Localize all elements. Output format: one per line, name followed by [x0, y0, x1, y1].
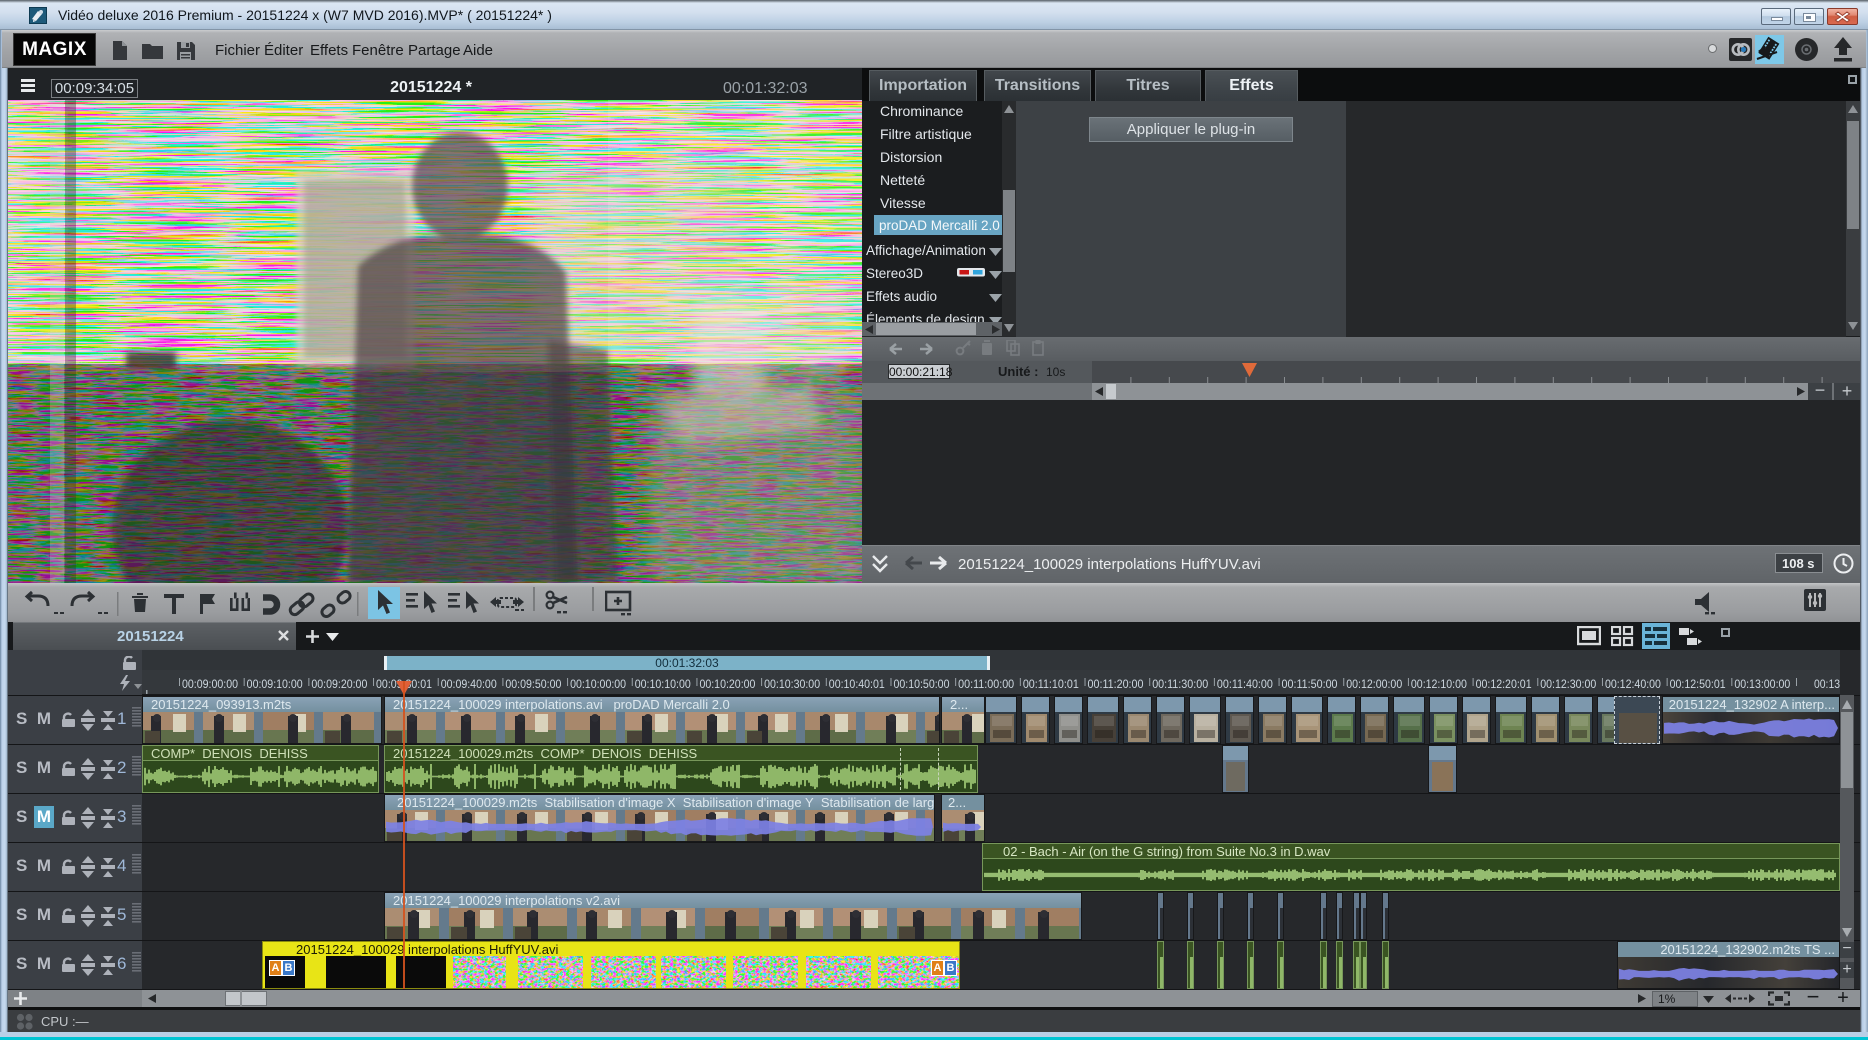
svg-text:00:12:50:01: 00:12:50:01 — [1670, 677, 1726, 691]
svg-text:00:11:40:00: 00:11:40:00 — [1217, 677, 1273, 691]
svg-text:00:13:00:00: 00:13:00:00 — [1734, 677, 1790, 691]
svg-text:00:09:50:00: 00:09:50:00 — [505, 677, 561, 691]
svg-text:00:11:10:01: 00:11:10:01 — [1023, 677, 1079, 691]
svg-text:00:11:30:00: 00:11:30:00 — [1152, 677, 1208, 691]
svg-text:00:10:50:00: 00:10:50:00 — [893, 677, 949, 691]
svg-text:00:12:00:00: 00:12:00:00 — [1346, 677, 1402, 691]
svg-text:00:11:50:00: 00:11:50:00 — [1282, 677, 1338, 691]
svg-text:00:12:10:00: 00:12:10:00 — [1411, 677, 1467, 691]
svg-text:00:10:40:01: 00:10:40:01 — [829, 677, 885, 691]
svg-text:00:12:30:00: 00:12:30:00 — [1540, 677, 1596, 691]
svg-text:00:10:30:00: 00:10:30:00 — [764, 677, 820, 691]
svg-text:00:12:40:00: 00:12:40:00 — [1605, 677, 1661, 691]
svg-text:00:10:00:00: 00:10:00:00 — [570, 677, 626, 691]
svg-text:00:11:20:00: 00:11:20:00 — [1088, 677, 1144, 691]
svg-text:00:12:20:01: 00:12:20:01 — [1476, 677, 1532, 691]
svg-text:00:10:10:00: 00:10:10:00 — [635, 677, 691, 691]
svg-text:00:09:20:00: 00:09:20:00 — [311, 677, 367, 691]
svg-text:00:10:20:00: 00:10:20:00 — [699, 677, 755, 691]
svg-text:00:13: 00:13 — [1814, 677, 1840, 691]
svg-text:00:09:00:00: 00:09:00:00 — [182, 677, 238, 691]
svg-text:00:09:40:00: 00:09:40:00 — [441, 677, 497, 691]
svg-text:00:11:00:00: 00:11:00:00 — [958, 677, 1014, 691]
svg-text:00:09:10:00: 00:09:10:00 — [247, 677, 303, 691]
